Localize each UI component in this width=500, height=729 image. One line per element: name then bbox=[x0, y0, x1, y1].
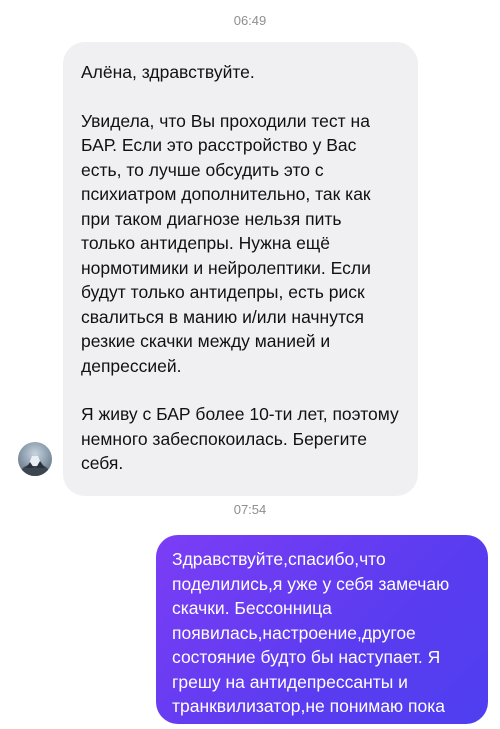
outgoing-message-bubble[interactable]: Здравствуйте,спасибо,что поделились,я уж… bbox=[156, 535, 488, 724]
message-paragraph: Увидела, что Вы проходили тест на БАР. Е… bbox=[81, 110, 371, 376]
avatar[interactable] bbox=[18, 442, 52, 476]
timestamp: 07:54 bbox=[233, 502, 267, 517]
avatar-image bbox=[21, 456, 49, 476]
incoming-message-bubble[interactable]: Алёна, здравствуйте. Увидела, что Вы про… bbox=[63, 42, 418, 496]
message-paragraph: Алёна, здравствуйте. bbox=[81, 62, 255, 82]
message-paragraph: Я живу с БАР более 10-ти лет, поэтому не… bbox=[81, 404, 399, 473]
timestamp: 06:49 bbox=[233, 13, 267, 28]
message-text: Здравствуйте,спасибо,что поделились,я уж… bbox=[172, 549, 450, 716]
